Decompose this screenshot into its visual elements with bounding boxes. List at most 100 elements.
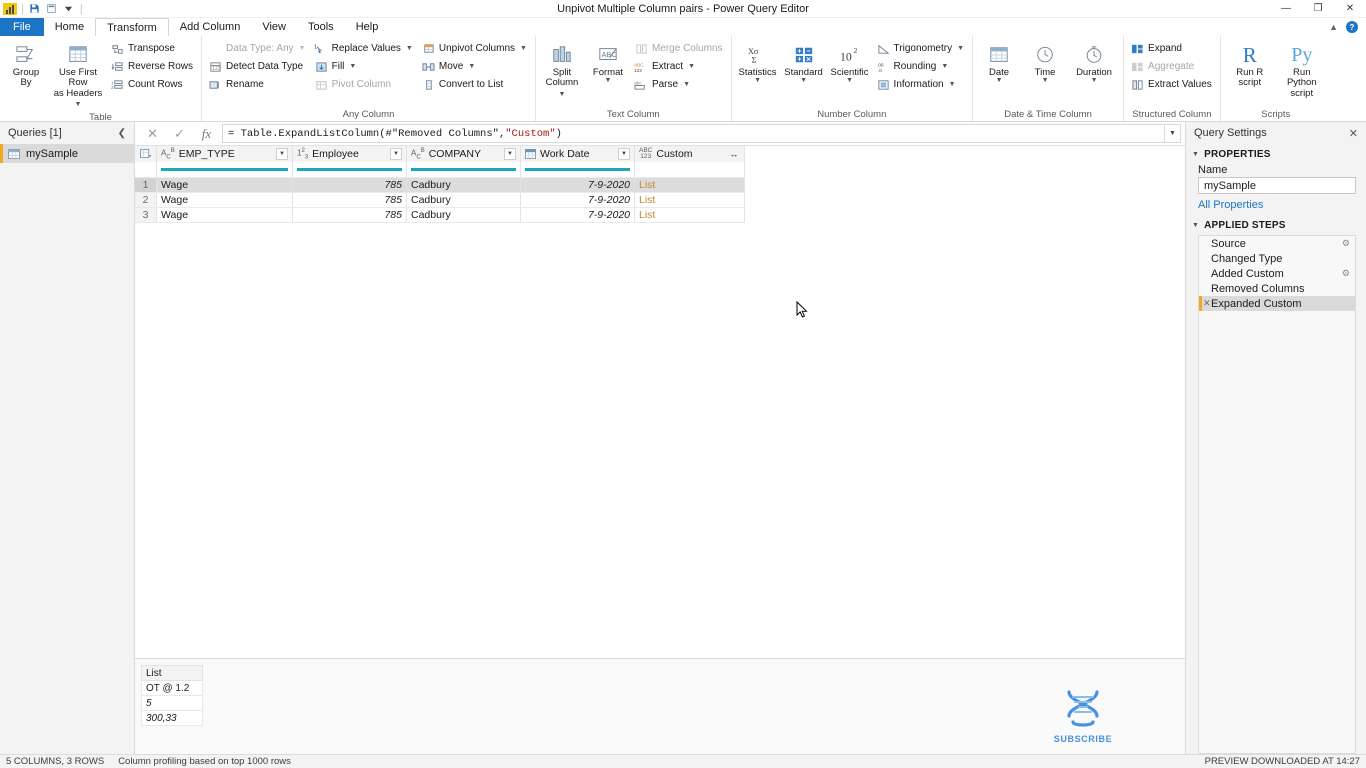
run-python-script-button[interactable]: Py Run Python script [1277, 40, 1327, 101]
rename-button[interactable]: Rename [206, 76, 310, 93]
cell-work-date[interactable]: 7-9-2020 [520, 192, 635, 208]
move-button[interactable]: Move ▼ [419, 58, 531, 75]
tab-file[interactable]: File [0, 18, 44, 36]
cell-work-date[interactable]: 7-9-2020 [520, 177, 635, 193]
applied-step-removed-columns[interactable]: Removed Columns [1199, 281, 1355, 296]
applied-step-expanded-custom[interactable]: ✕ Expanded Custom [1199, 296, 1355, 311]
column-header-company[interactable]: ACB COMPANY ▼ [406, 146, 521, 162]
split-column-button[interactable]: Split Column ▼ [540, 40, 584, 101]
run-r-script-button[interactable]: R Run R script [1225, 40, 1275, 91]
cell-work-date[interactable]: 7-9-2020 [520, 207, 635, 223]
grid-corner-cell[interactable] [135, 146, 157, 162]
applied-steps-section-header[interactable]: ▼ APPLIED STEPS [1186, 215, 1366, 233]
tab-transform[interactable]: Transform [95, 18, 169, 36]
statistics-button[interactable]: Xσ Σ Statistics ▼ [736, 40, 780, 85]
table-row[interactable]: 2 Wage 785 Cadbury 7-9-2020 List [135, 192, 745, 208]
applied-step-source[interactable]: Source ⚙ [1199, 236, 1355, 251]
applied-step-changed-type[interactable]: Changed Type [1199, 251, 1355, 266]
table-row[interactable]: 3 Wage 785 Cadbury 7-9-2020 List [135, 207, 745, 223]
cell-emp-type[interactable]: Wage [156, 192, 293, 208]
data-type-button[interactable]: Data Type: Any ▼ [206, 40, 310, 57]
expand-column-icon[interactable]: ↔ [728, 149, 740, 159]
reverse-rows-button[interactable]: Reverse Rows [108, 58, 197, 75]
scientific-button[interactable]: 10 2 Scientific ▼ [828, 40, 872, 85]
applied-step-added-custom[interactable]: Added Custom ⚙ [1199, 266, 1355, 281]
cell-employee[interactable]: 785 [292, 207, 407, 223]
tab-home[interactable]: Home [44, 18, 95, 36]
cell-company[interactable]: Cadbury [406, 207, 521, 223]
tab-help[interactable]: Help [345, 18, 390, 36]
column-filter-work-date[interactable]: ▼ [618, 148, 630, 160]
formula-cancel-icon[interactable]: ✕ [139, 123, 166, 145]
rounding-button[interactable]: .00.0 Rounding ▼ [874, 58, 968, 75]
pivot-column-button[interactable]: Pivot Column [312, 76, 417, 93]
duration-button[interactable]: Duration ▼ [1069, 40, 1119, 85]
query-item-mysample[interactable]: mySample [0, 144, 134, 163]
restore-button[interactable]: ❐ [1302, 0, 1334, 18]
help-icon[interactable]: ? [1346, 21, 1358, 33]
trigonometry-button[interactable]: Trigonometry ▼ [874, 40, 968, 57]
transpose-button[interactable]: Transpose [108, 40, 197, 57]
column-filter-emp-type[interactable]: ▼ [276, 148, 288, 160]
cell-company[interactable]: Cadbury [406, 177, 521, 193]
extract-values-button[interactable]: Extract Values [1128, 76, 1216, 93]
all-properties-link[interactable]: All Properties [1186, 194, 1366, 215]
count-rows-button[interactable]: 12 Count Rows [108, 76, 197, 93]
column-header-employee[interactable]: 123 Employee ▼ [292, 146, 407, 162]
tab-view[interactable]: View [251, 18, 297, 36]
close-icon[interactable]: ✕ [1349, 127, 1358, 140]
cell-custom-list-link[interactable]: List [634, 192, 745, 208]
aggregate-button[interactable]: Aggregate [1128, 58, 1216, 75]
collapse-ribbon-icon[interactable]: ▲ [1329, 22, 1338, 32]
tab-tools[interactable]: Tools [297, 18, 345, 36]
use-first-row-as-headers-button[interactable]: Use First Row as Headers ▼ [50, 40, 106, 112]
chevron-left-icon[interactable]: ❮ [118, 128, 126, 139]
delete-step-icon[interactable]: ✕ [1203, 298, 1211, 309]
group-by-button[interactable]: Group By [4, 40, 48, 91]
tab-add-column[interactable]: Add Column [169, 18, 252, 36]
customize-qat-icon[interactable] [62, 2, 76, 15]
column-header-work-date[interactable]: Work Date ▼ [520, 146, 635, 162]
cell-employee[interactable]: 785 [292, 192, 407, 208]
query-name-input[interactable]: mySample [1198, 177, 1356, 194]
merge-columns-button[interactable]: Merge Columns [632, 40, 727, 57]
detect-data-type-button[interactable]: 123 Detect Data Type [206, 58, 310, 75]
formula-accept-icon[interactable]: ✓ [166, 123, 193, 145]
duration-icon [1083, 42, 1105, 68]
fill-button[interactable]: Fill ▼ [312, 58, 417, 75]
information-button[interactable]: Information ▼ [874, 76, 968, 93]
close-button[interactable]: ✕ [1334, 0, 1366, 18]
unpivot-columns-button[interactable]: Unpivot Columns ▼ [419, 40, 531, 57]
detect-data-type-label: Detect Data Type [226, 61, 304, 72]
time-button[interactable]: Time ▼ [1023, 40, 1067, 85]
standard-button[interactable]: Standard ▼ [782, 40, 826, 85]
extract-button[interactable]: ABC 123 Extract ▼ [632, 58, 727, 75]
gear-icon[interactable]: ⚙ [1342, 238, 1350, 249]
properties-section-header[interactable]: ▼ PROPERTIES [1186, 144, 1366, 162]
cell-employee[interactable]: 785 [292, 177, 407, 193]
minimize-button[interactable]: — [1270, 0, 1302, 18]
column-filter-employee[interactable]: ▼ [390, 148, 402, 160]
gear-icon[interactable]: ⚙ [1342, 268, 1350, 279]
cell-custom-list-link[interactable]: List [634, 207, 745, 223]
replace-values-button[interactable]: 12 Replace Values ▼ [312, 40, 417, 57]
format-button[interactable]: ABC Format ▼ [586, 40, 630, 85]
cell-emp-type[interactable]: Wage [156, 207, 293, 223]
dna-helix-icon [1060, 688, 1106, 733]
column-header-emp-type[interactable]: ACB EMP_TYPE ▼ [156, 146, 293, 162]
chevron-down-icon[interactable]: ▼ [1165, 124, 1181, 143]
fx-icon[interactable]: fx [193, 123, 220, 145]
column-filter-company[interactable]: ▼ [504, 148, 516, 160]
column-header-custom[interactable]: ABC 123 Custom ↔ [634, 146, 745, 162]
expand-button[interactable]: Expand [1128, 40, 1216, 57]
save-icon[interactable] [28, 2, 42, 15]
formula-input[interactable]: = Table.ExpandListColumn(#"Removed Colum… [222, 124, 1165, 143]
cell-company[interactable]: Cadbury [406, 192, 521, 208]
cell-custom-list-link[interactable]: List [634, 177, 745, 193]
date-button[interactable]: Date ▼ [977, 40, 1021, 85]
convert-to-list-button[interactable]: Convert to List [419, 76, 531, 93]
undo-icon[interactable] [45, 2, 59, 15]
cell-emp-type[interactable]: Wage [156, 177, 293, 193]
parse-button[interactable]: abc Parse ▼ [632, 76, 727, 93]
table-row[interactable]: 1 Wage 785 Cadbury 7-9-2020 List [135, 177, 745, 193]
